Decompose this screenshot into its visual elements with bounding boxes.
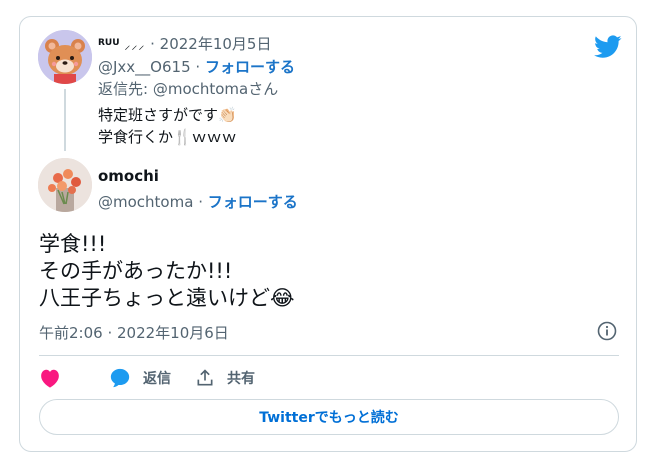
info-icon[interactable] xyxy=(597,321,617,341)
reply-follow-link[interactable]: フォローする xyxy=(205,58,295,76)
reply-author-avatar[interactable] xyxy=(38,30,92,84)
reply-header: RUU ⸝‍⸝‍⸝ · 2022年10月5日 xyxy=(98,35,272,53)
reply-author-name-suffix[interactable]: ⸝‍⸝‍⸝ xyxy=(124,38,145,52)
reply-button[interactable]: 返信 xyxy=(109,367,171,389)
main-text-line-2: その手があったか!!! xyxy=(39,259,233,283)
thread-connector-line xyxy=(64,89,66,151)
main-follow-link[interactable]: フォローする xyxy=(208,193,298,211)
reply-to-prefix: 返信先: xyxy=(98,80,153,98)
reply-tweet-text: 特定班さすがです👏🏻 学食行くか🍴ｗｗｗ xyxy=(98,104,237,148)
heart-icon xyxy=(41,369,59,388)
main-author-name[interactable]: omochi xyxy=(98,167,159,185)
reply-to-handle[interactable]: @mochtoma xyxy=(153,80,248,98)
reply-to-suffix: さん xyxy=(248,80,279,98)
reply-to-line: 返信先: @mochtomaさん xyxy=(98,78,278,99)
reply-text-line-2: 学食行くか🍴ｗｗｗ xyxy=(98,128,237,146)
share-label: 共有 xyxy=(227,371,255,387)
reply-handle[interactable]: @Jxx__O615 xyxy=(98,58,191,76)
reply-handle-row: @Jxx__O615 · フォローする xyxy=(98,58,295,76)
main-handle-row: @mochtoma · フォローする xyxy=(98,193,298,211)
embedded-tweet-card: RUU ⸝‍⸝‍⸝ · 2022年10月5日 @Jxx__O615 · フォロー… xyxy=(19,16,637,452)
main-tweet-text: 学食!!! その手があったか!!! 八王子ちょっと遠いけど😂 xyxy=(39,231,295,312)
main-author-avatar[interactable] xyxy=(38,158,92,212)
share-icon xyxy=(197,369,213,386)
main-handle[interactable]: @mochtoma xyxy=(98,193,193,211)
like-button[interactable] xyxy=(39,368,73,388)
reply-text-line-1: 特定班さすがです👏🏻 xyxy=(98,106,237,124)
main-text-line-3: 八王子ちょっと遠いけど😂 xyxy=(39,286,295,310)
action-bar: 返信 共有 xyxy=(39,366,279,390)
main-text-line-1: 学食!!! xyxy=(39,232,107,256)
reply-bubble-icon xyxy=(110,368,130,388)
reply-date[interactable]: 2022年10月5日 xyxy=(160,35,272,53)
read-more-on-twitter-button[interactable]: Twitterでもっと読む xyxy=(39,399,619,435)
divider xyxy=(39,355,619,356)
reply-author-name[interactable]: RUU xyxy=(98,38,120,48)
reply-label: 返信 xyxy=(143,371,171,387)
twitter-bird-icon[interactable] xyxy=(594,35,622,59)
tweet-timestamp[interactable]: 午前2:06 · 2022年10月6日 xyxy=(39,322,229,343)
share-button[interactable]: 共有 xyxy=(195,368,255,388)
